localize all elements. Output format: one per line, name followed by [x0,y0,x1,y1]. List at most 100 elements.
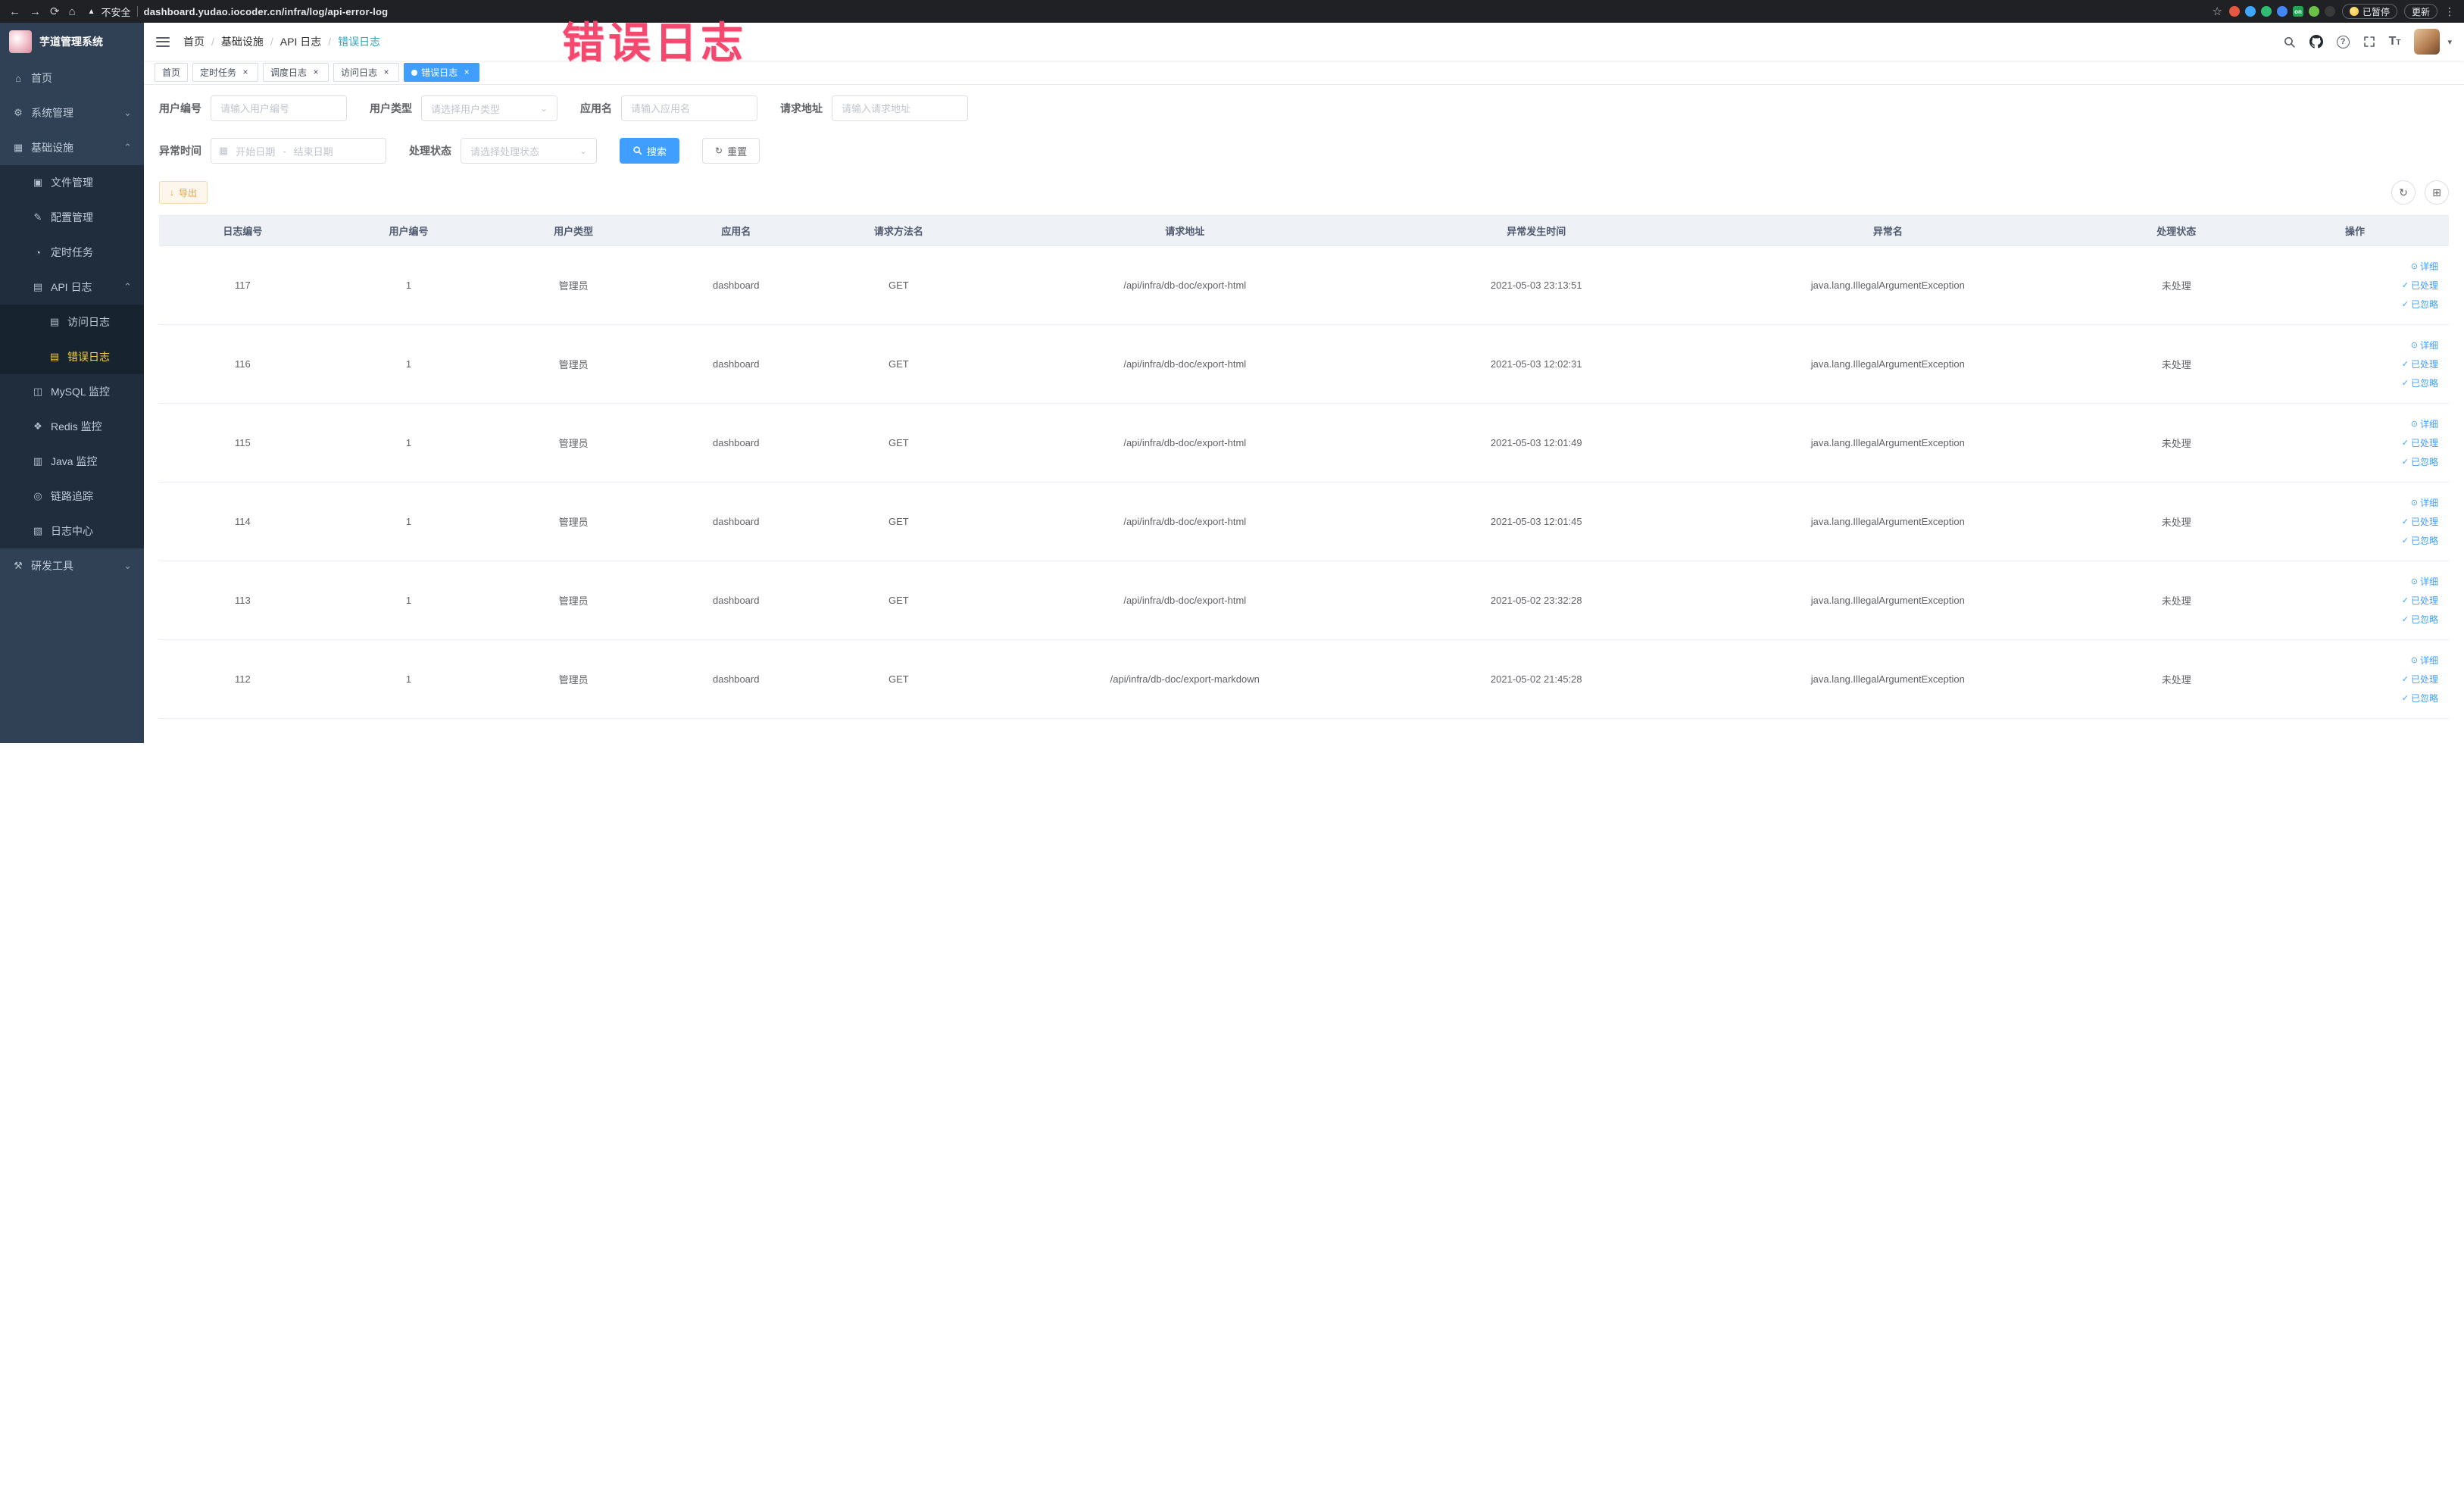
action-detail[interactable]: ⊙ 详细 [2411,654,2438,667]
sidebar-item-infrastructure[interactable]: ▦ 基础设施 ⌃ [0,130,144,165]
cell-user_id: 1 [326,482,492,561]
font-size-icon[interactable]: TT [2389,35,2401,48]
extension-icon-dark[interactable] [2324,6,2335,17]
close-icon[interactable]: × [461,67,472,78]
action-label: 已处理 [2410,280,2438,291]
close-icon[interactable]: × [381,67,392,78]
app-title: 芋道管理系统 [39,36,103,48]
paused-label: 已暂停 [2362,6,2390,17]
address-bar[interactable]: ▲ 不安全 dashboard.yudao.iocoder.cn/infra/l… [88,5,389,19]
close-icon[interactable]: × [311,67,321,78]
reload-icon[interactable]: ⟳ [50,6,60,17]
sidebar-item-label: 链路追踪 [51,490,93,502]
breadcrumb-item-home[interactable]: 首页 [183,34,205,49]
extension-icon-blue-grid[interactable] [2276,6,2288,17]
update-button[interactable]: 更新 [2403,4,2437,19]
sidebar-item-cron-job[interactable]: ◔ 定时任务 [0,235,144,270]
extension-icon-green-circle[interactable] [2260,6,2272,17]
action-detail[interactable]: ⊙ 详细 [2411,496,2438,509]
column-settings-button[interactable]: ⊞ [2425,180,2449,205]
sidebar-item-access-log[interactable]: ▤ 访问日志 [0,305,144,339]
extension-icon-blue-drop[interactable] [2244,6,2256,17]
browser-home-icon[interactable]: ⌂ [69,6,76,17]
sidebar-item-api-log[interactable]: ▤ API 日志 ⌃ [0,270,144,305]
user-type-placeholder: 请选择用户类型 [431,103,501,115]
tools-icon: ⚒ [14,560,23,571]
help-icon[interactable]: ? [2336,35,2350,48]
extension-icon-on-badge[interactable]: on [2292,6,2303,17]
action-processed[interactable]: ✓ 已处理 [2402,279,2438,292]
sidebar-item-mysql-monitor[interactable]: ◫ MySQL 监控 [0,374,144,409]
action-ignored[interactable]: ✓ 已忽略 [2402,692,2438,704]
action-detail[interactable]: ⊙ 详细 [2411,417,2438,430]
action-ignored[interactable]: ✓ 已忽略 [2402,298,2438,311]
chrome-menu-icon[interactable]: ⋮ [2444,5,2455,18]
tab-cron-job[interactable]: 定时任务 × [192,63,259,82]
action-detail[interactable]: ⊙ 详细 [2411,339,2438,351]
forward-icon[interactable]: → [30,6,41,17]
action-label: 详细 [2419,576,2438,587]
user-id-input[interactable] [211,95,347,121]
sidebar-item-dev-tools[interactable]: ⚒ 研发工具 ⌄ [0,548,144,583]
action-processed[interactable]: ✓ 已处理 [2402,515,2438,528]
export-button[interactable]: ↓ 导出 [159,181,208,204]
request-url-input[interactable] [832,95,968,121]
tags-view: 首页 定时任务 × 调度日志 × 访问日志 × 错误日志 × [144,61,2464,85]
tab-access-log[interactable]: 访问日志 × [333,63,400,82]
cell-actions: ⊙ 详细 ✓ 已处理 ✓ 已忽略 [2261,561,2449,640]
action-detail[interactable]: ⊙ 详细 [2411,575,2438,588]
filter-app-name: 应用名 [580,95,757,121]
cell-app_name: dashboard [655,482,817,561]
extension-icon-red[interactable] [2228,6,2240,17]
tab-home[interactable]: 首页 [155,63,189,82]
search-icon[interactable] [2283,36,2296,48]
sidebar-item-system[interactable]: ⚙ 系统管理 ⌄ [0,95,144,130]
reset-button[interactable]: ↻ 重置 [702,138,760,164]
hamburger-icon[interactable] [156,36,170,47]
action-ignored[interactable]: ✓ 已忽略 [2402,613,2438,626]
sidebar-item-home[interactable]: ⌂ 首页 [0,61,144,95]
github-icon[interactable] [2309,35,2323,48]
user-avatar[interactable] [2414,29,2441,55]
sidebar-item-trace[interactable]: ◎ 链路追踪 [0,479,144,514]
fullscreen-icon[interactable] [2363,36,2375,48]
main-area: 首页 / 基础设施 / API 日志 / 错误日志 ? TT ▾ 首页 定时任务… [144,23,2464,743]
sidebar-item-file-manage[interactable]: ▣ 文件管理 [0,165,144,200]
action-processed[interactable]: ✓ 已处理 [2402,436,2438,449]
sidebar-menu: ⌂ 首页 ⚙ 系统管理 ⌄ ▦ 基础设施 ⌃ ▣ 文件管理 ✎ 配置管理 ◔ 定时任务 ▤ API 日志 ⌃ ▤ 访… [0,61,144,583]
search-button[interactable]: 搜索 [620,138,680,164]
breadcrumb-item-api-log[interactable]: API 日志 [280,34,321,49]
close-icon[interactable]: × [240,67,251,78]
chevron-down-icon[interactable]: ▾ [2447,37,2452,47]
breadcrumb-item-infrastructure[interactable]: 基础设施 [221,34,264,49]
action-processed[interactable]: ✓ 已处理 [2402,673,2438,686]
app-name-input[interactable] [621,95,757,121]
sidebar-item-error-log[interactable]: ▤ 错误日志 [0,339,144,374]
paused-badge[interactable]: 已暂停 [2341,4,2397,19]
action-processed[interactable]: ✓ 已处理 [2402,594,2438,607]
cell-time: 2021-05-02 23:32:28 [1388,561,1685,640]
action-ignored[interactable]: ✓ 已忽略 [2402,455,2438,468]
process-status-select[interactable]: 请选择处理状态 ⌄ [461,138,597,164]
action-ignored[interactable]: ✓ 已忽略 [2402,376,2438,389]
user-type-select[interactable]: 请选择用户类型 ⌄ [421,95,557,121]
date-range-picker[interactable]: ▦ 开始日期 - 结束日期 [211,138,386,164]
back-icon[interactable]: ← [9,6,20,17]
sidebar-item-redis-monitor[interactable]: ❖ Redis 监控 [0,409,144,444]
bookmark-star-icon[interactable]: ☆ [2213,6,2222,17]
cell-method: GET [816,639,982,719]
action-detail[interactable]: ⊙ 详细 [2411,260,2438,273]
eye-icon: ⊙ [2410,577,2418,586]
download-icon: ↓ [170,187,174,198]
sidebar-item-config-manage[interactable]: ✎ 配置管理 [0,200,144,235]
app-logo[interactable]: 芋道管理系统 [0,23,144,61]
tab-error-log[interactable]: 错误日志 × [404,63,480,82]
file-icon: ▣ [33,177,43,188]
sidebar-item-log-center[interactable]: ▧ 日志中心 [0,514,144,548]
action-processed[interactable]: ✓ 已处理 [2402,358,2438,370]
tab-job-log[interactable]: 调度日志 × [263,63,329,82]
action-ignored[interactable]: ✓ 已忽略 [2402,534,2438,547]
extension-icon-green-leaf[interactable] [2308,6,2319,17]
sidebar-item-java-monitor[interactable]: ▥ Java 监控 [0,444,144,479]
refresh-table-button[interactable]: ↻ [2391,180,2416,205]
